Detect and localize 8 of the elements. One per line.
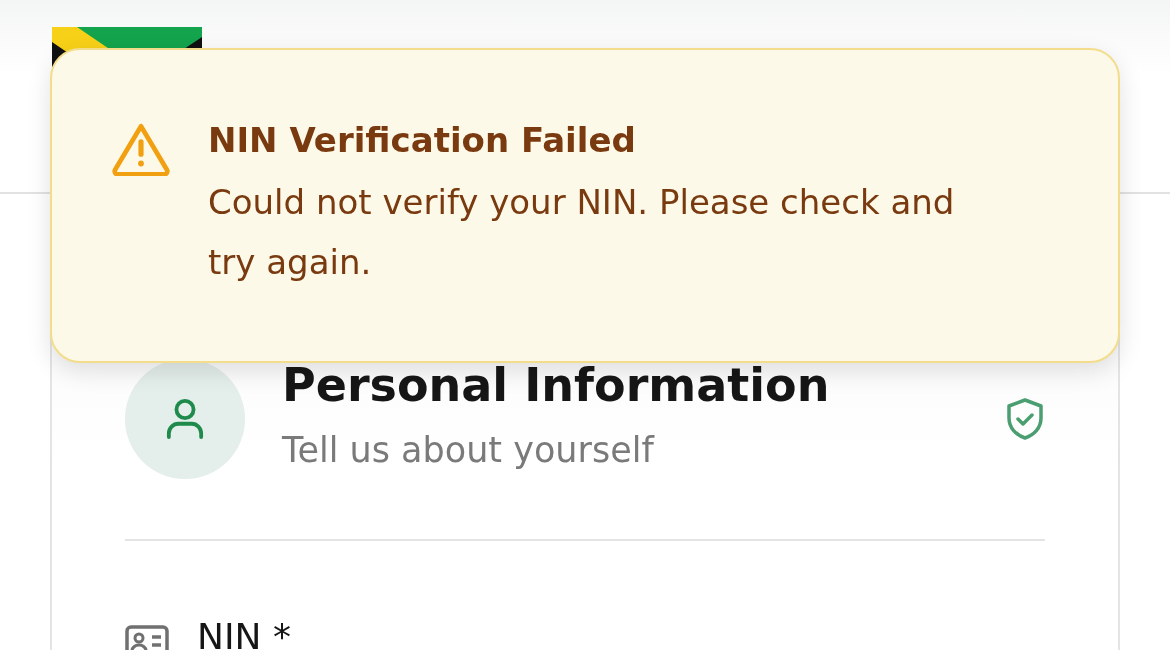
section-subtitle: Tell us about yourself — [282, 429, 656, 472]
alert-message: Could not verify your NIN. Please check and try again. — [208, 181, 956, 284]
person-icon — [166, 398, 204, 440]
field-label: NIN * — [197, 615, 291, 650]
id-card-icon — [125, 625, 169, 650]
warning-icon — [112, 122, 170, 176]
alert-title: NIN Verification Failed — [208, 119, 637, 162]
section-title: Personal Information — [282, 357, 831, 414]
